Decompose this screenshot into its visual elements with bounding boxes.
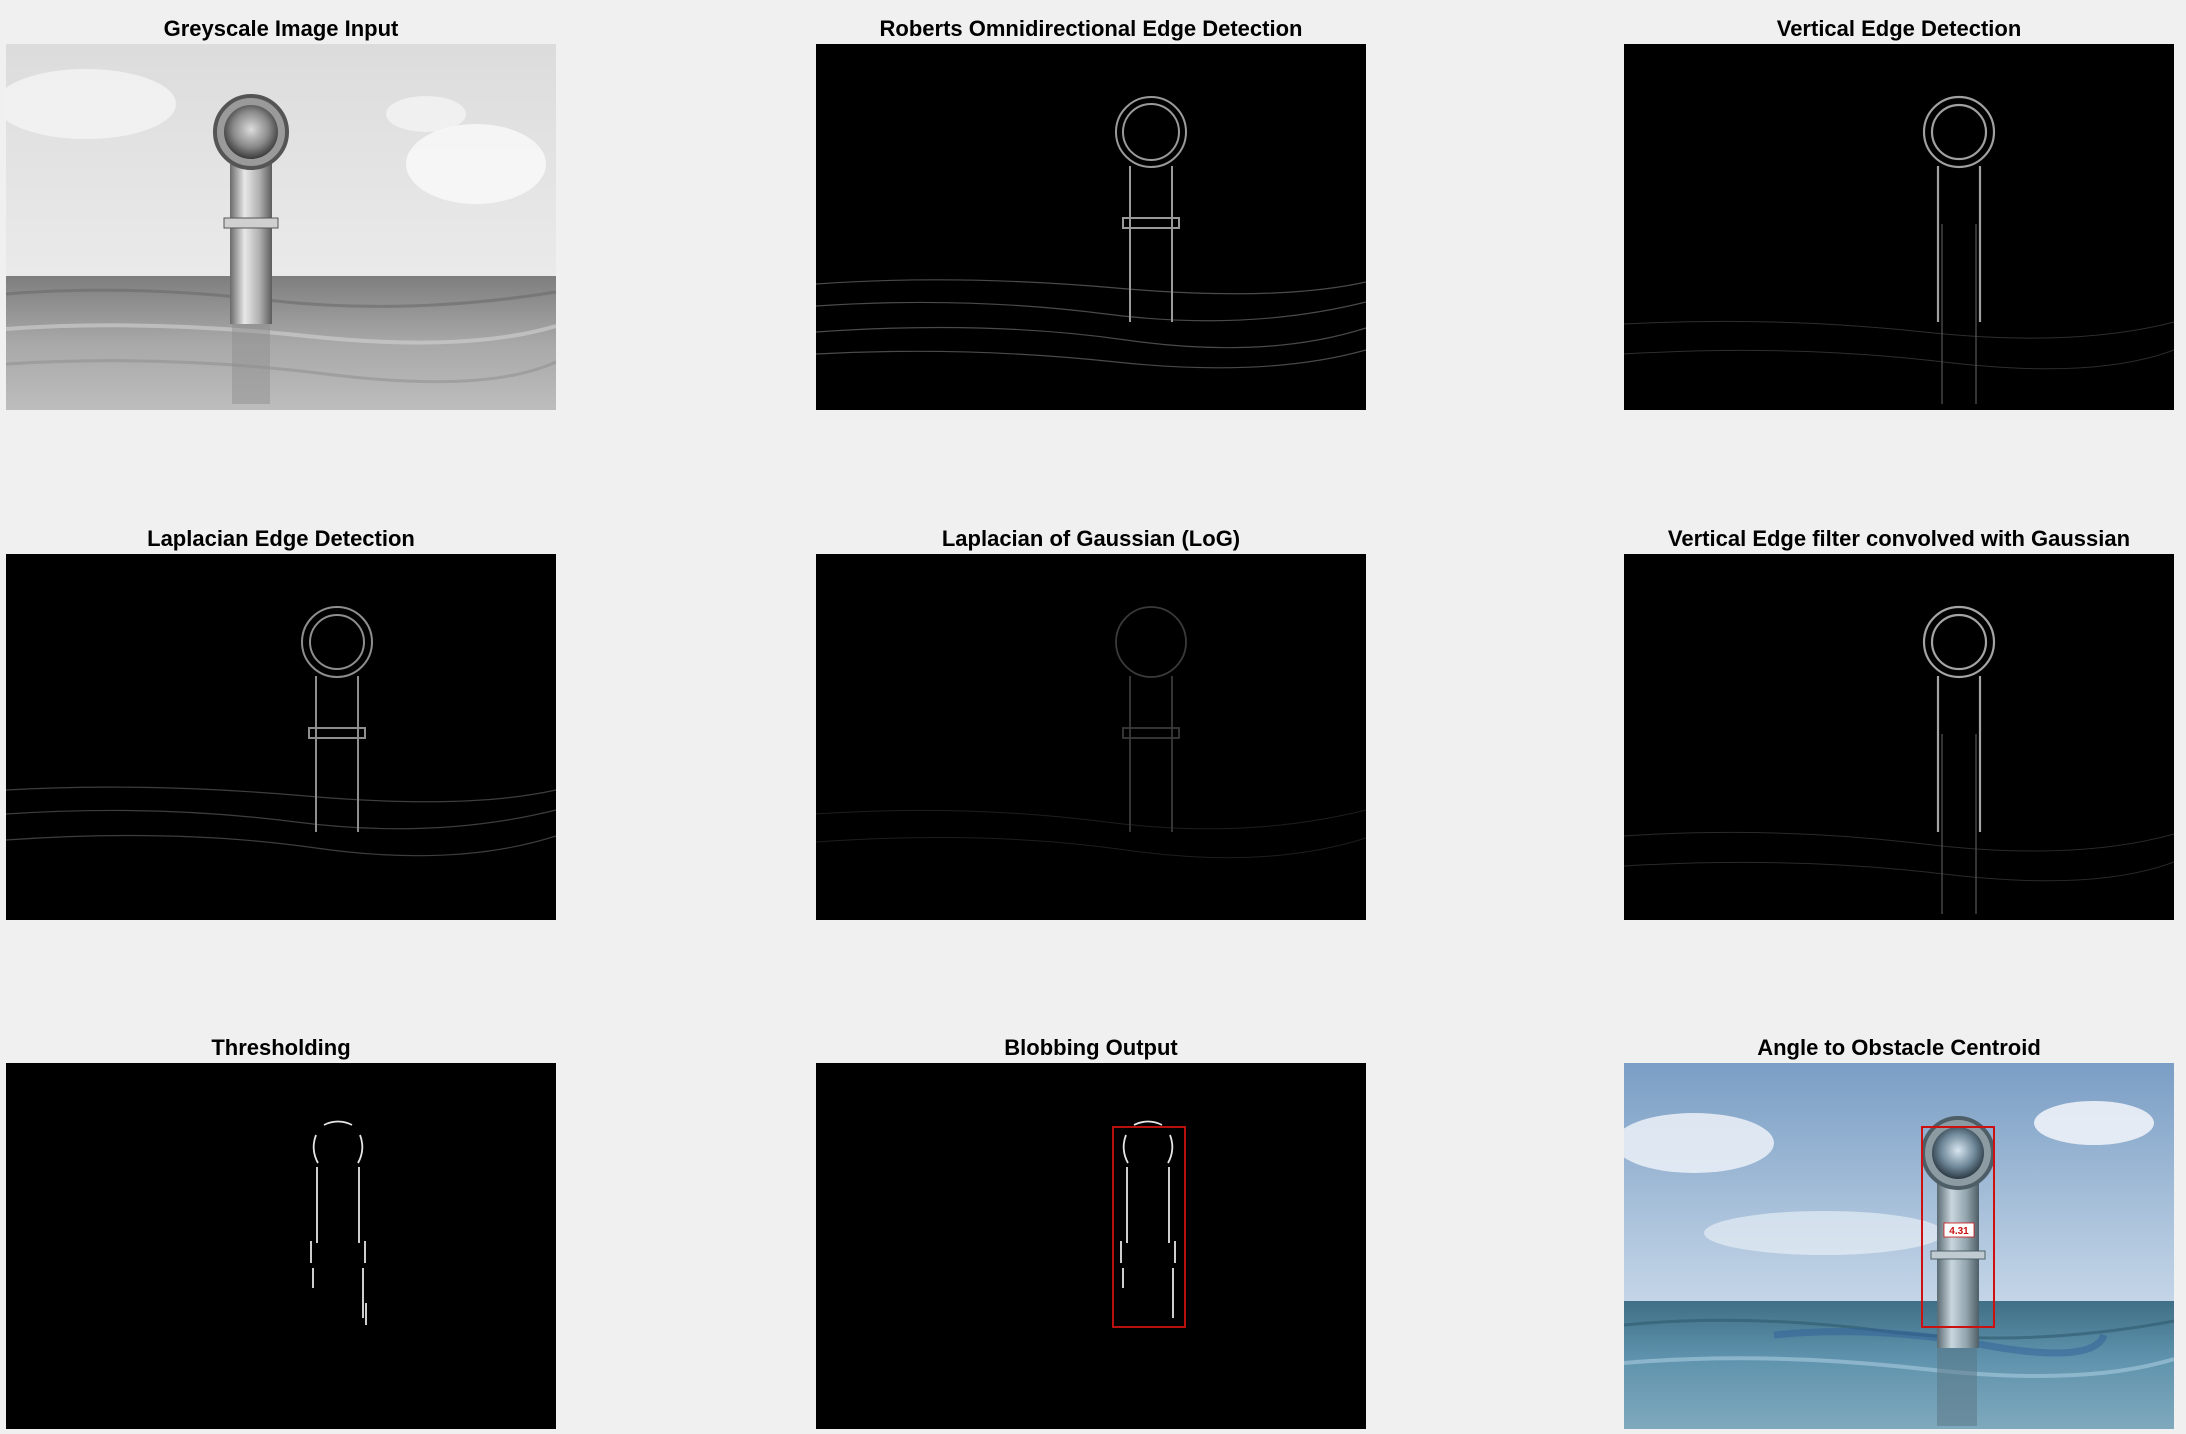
blobbing-image [816, 1063, 1366, 1429]
log-image [816, 554, 1366, 920]
angle-label: 4.31 [1949, 1226, 1969, 1237]
panel-title: Greyscale Image Input [163, 16, 399, 41]
panel-title: Laplacian Edge Detection [147, 526, 415, 551]
roberts-edge-image [816, 44, 1366, 410]
vertical-gaussian-image [1624, 554, 2174, 920]
laplacian-edge-image [6, 554, 556, 920]
panel-title: Blobbing Output [1004, 1035, 1178, 1060]
panel-title: Roberts Omnidirectional Edge Detection [879, 16, 1303, 41]
panel-title: Vertical Edge Detection [1776, 16, 2022, 41]
vertical-edge-image [1624, 44, 2174, 410]
panel-title: Laplacian of Gaussian (LoG) [941, 526, 1241, 551]
panel-title: Angle to Obstacle Centroid [1757, 1035, 2041, 1060]
panel-title: Thresholding [211, 1035, 351, 1060]
panel-title: Vertical Edge filter convolved with Gaus… [1667, 526, 2131, 551]
greyscale-image [6, 44, 556, 410]
angle-color-image: 4.31 [1624, 1063, 2174, 1429]
thresholding-image [6, 1063, 556, 1429]
